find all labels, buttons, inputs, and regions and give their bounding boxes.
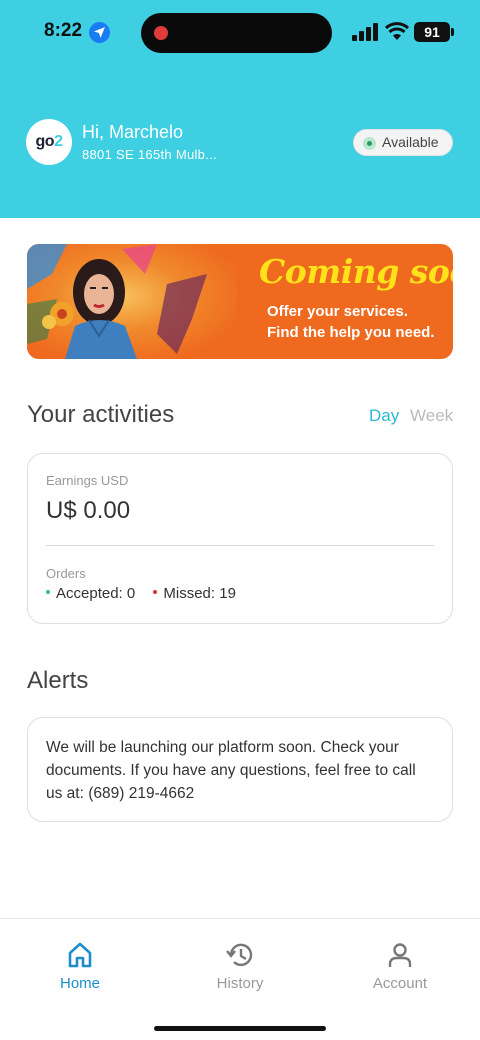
wifi-icon xyxy=(385,22,409,40)
tab-home[interactable]: Home xyxy=(30,941,130,992)
activities-title: Your activities xyxy=(27,401,175,428)
history-icon xyxy=(226,943,253,967)
tab-week[interactable]: Week xyxy=(410,406,453,426)
cellular-signal-icon xyxy=(352,23,379,41)
bottom-tab-bar: Home History Account xyxy=(0,918,480,1040)
activities-card: Earnings USD U$ 0.00 Orders Accepted: 0 … xyxy=(27,453,453,624)
alerts-title: Alerts xyxy=(27,667,89,694)
banner-illustration xyxy=(27,244,237,359)
status-time: 8:22 xyxy=(44,20,83,41)
tab-account[interactable]: Account xyxy=(350,941,450,992)
logo-text: go xyxy=(35,133,55,150)
banner-line-1: Offer your services. xyxy=(267,303,408,320)
alert-card: We will be launching our platform soon. … xyxy=(27,717,453,822)
banner-title: Coming soon xyxy=(259,252,453,291)
status-dot-icon xyxy=(363,137,376,150)
recording-indicator-icon xyxy=(154,26,168,40)
greeting-text: Hi, Marchelo xyxy=(82,122,184,142)
orders-label: Orders xyxy=(46,566,86,581)
dynamic-island xyxy=(141,13,332,53)
brand-logo-avatar[interactable]: go2 xyxy=(26,119,72,165)
tab-home-label: Home xyxy=(59,975,100,992)
account-icon xyxy=(388,943,412,967)
battery-icon: 91 xyxy=(414,22,450,42)
orders-summary: Accepted: 0 Missed: 19 xyxy=(46,585,236,602)
header: 8:22 91 go2 Hi, Marchelo 8801 SE 165th M… xyxy=(0,0,480,218)
missed-dot-icon xyxy=(153,590,158,595)
tab-day[interactable]: Day xyxy=(369,406,399,426)
battery-tip xyxy=(451,28,454,36)
location-arrow-icon xyxy=(89,22,110,43)
card-divider xyxy=(46,545,434,546)
status-bar: 8:22 91 xyxy=(0,0,480,64)
orders-missed: Missed: 19 xyxy=(163,585,236,602)
logo-accent: 2 xyxy=(54,133,63,150)
alert-message: We will be launching our platform soon. … xyxy=(46,739,416,802)
availability-label: Available xyxy=(382,134,439,150)
banner-line-2: Find the help you need. xyxy=(267,324,435,341)
home-indicator[interactable] xyxy=(154,1026,326,1031)
tab-account-label: Account xyxy=(372,975,428,992)
earnings-label: Earnings USD xyxy=(46,473,129,488)
availability-toggle[interactable]: Available xyxy=(353,129,453,156)
promo-banner[interactable]: Coming soon Offer your services. Find th… xyxy=(27,244,453,359)
orders-accepted: Accepted: 0 xyxy=(56,585,136,602)
tab-history-label: History xyxy=(216,975,264,992)
accepted-dot-icon xyxy=(46,590,50,595)
tab-history[interactable]: History xyxy=(190,941,290,992)
earnings-value: U$ 0.00 xyxy=(46,497,131,524)
address-text[interactable]: 8801 SE 165th Mulb... xyxy=(82,147,217,162)
home-icon xyxy=(68,942,92,968)
